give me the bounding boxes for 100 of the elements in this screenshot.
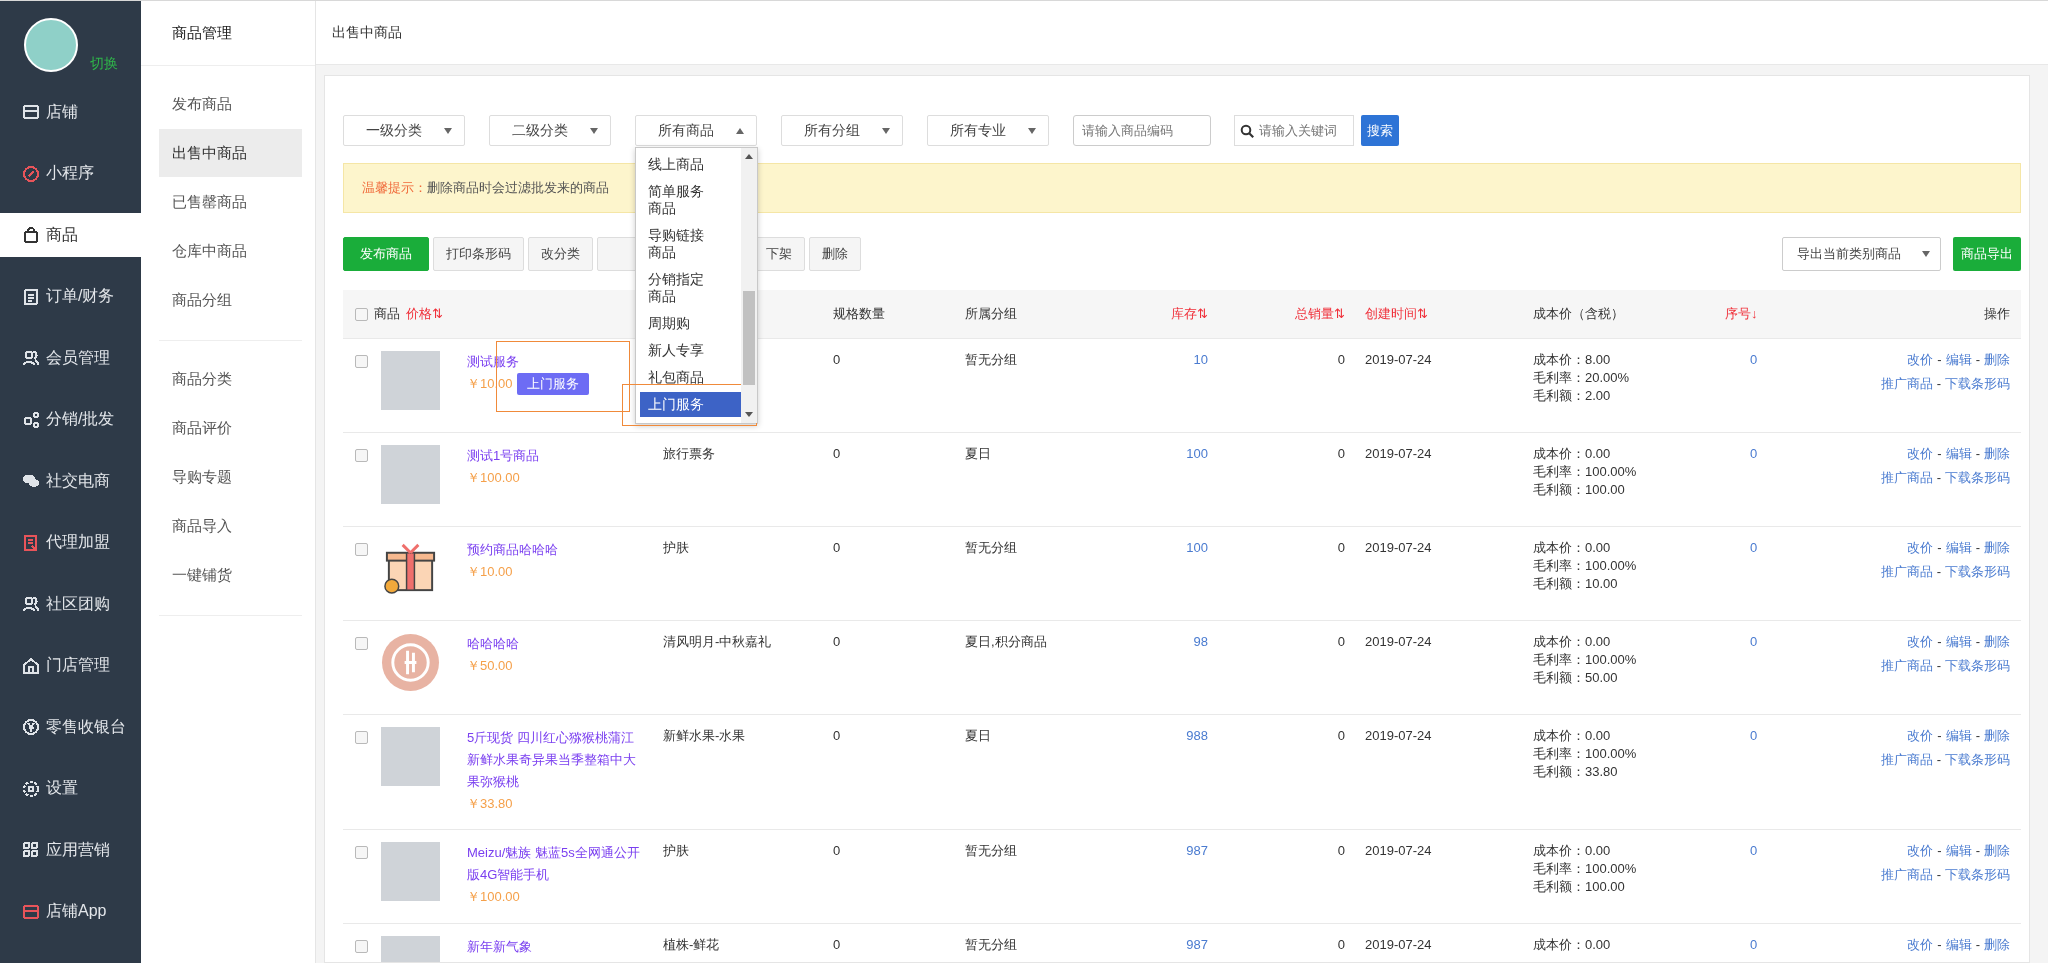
action-link[interactable]: 推广商品	[1880, 563, 1933, 581]
sort-header[interactable]: 序号↓	[1725, 305, 1758, 323]
select-all-checkbox[interactable]	[355, 307, 368, 321]
dropdown-option[interactable]: 线上商品	[640, 152, 741, 177]
submenu-item[interactable]: 商品分类	[159, 355, 302, 403]
row-checkbox[interactable]	[355, 449, 368, 462]
row-checkbox[interactable]	[355, 637, 368, 650]
product-name-link[interactable]: 哈哈哈哈	[467, 633, 645, 655]
row-checkbox[interactable]	[355, 846, 368, 859]
product-name-link[interactable]: 测试1号商品	[467, 445, 645, 467]
code-field[interactable]: 请输入商品编码	[1073, 115, 1211, 146]
action-link[interactable]: 改价	[1907, 633, 1934, 651]
submenu-item[interactable]: 发布商品	[159, 80, 302, 128]
nav-item[interactable]: 社区团购	[0, 582, 141, 626]
action-link[interactable]: 删除	[1984, 727, 2010, 745]
nav-item[interactable]: 设置	[0, 766, 141, 811]
action-link[interactable]: 编辑	[1945, 351, 1972, 369]
row-checkbox[interactable]	[355, 355, 368, 368]
action-link[interactable]: 删除	[1984, 842, 2010, 860]
submenu-item[interactable]: 仓库中商品	[159, 227, 302, 275]
nav-item[interactable]: 零售收银台	[0, 705, 141, 749]
search-button[interactable]: 搜索	[1361, 115, 1399, 146]
action-link[interactable]: 改价	[1907, 842, 1934, 860]
action-link[interactable]: 推广商品	[1880, 751, 1933, 769]
product-name-link[interactable]: 5斤现货 四川红心猕猴桃蒲江新鲜水果奇异果当季整箱中大果弥猴桃	[467, 727, 645, 793]
dropdown-option[interactable]: 分销指定商品	[640, 267, 741, 309]
nav-item[interactable]: 会员管理	[0, 336, 141, 380]
submenu-item[interactable]: 商品导入	[159, 502, 302, 550]
submenu-item[interactable]: 已售罄商品	[159, 178, 302, 226]
action-link[interactable]: 编辑	[1945, 633, 1972, 651]
product-name-link[interactable]: 预约商品哈哈哈	[467, 539, 645, 561]
nav-item[interactable]: 门店管理	[0, 643, 141, 688]
toolbar-button[interactable]: 打印条形码	[433, 237, 524, 271]
submenu-item[interactable]: 商品分组	[159, 276, 302, 324]
sort-header[interactable]: 库存⇅	[1171, 305, 1208, 323]
action-link[interactable]: 推广商品	[1880, 657, 1933, 675]
nav-item[interactable]: 代理加盟	[0, 520, 141, 565]
submenu-item[interactable]: 商品评价	[159, 404, 302, 452]
nav-item[interactable]: 分销/批发	[0, 397, 141, 442]
dropdown-option[interactable]: 简单服务商品	[640, 179, 741, 221]
nav-item[interactable]: 社交电商	[0, 459, 141, 503]
filter-dropdown[interactable]: 一级分类	[343, 115, 465, 146]
action-link[interactable]: 删除	[1984, 936, 2010, 954]
sort-header[interactable]: 总销量⇅	[1295, 305, 1345, 323]
toolbar-button[interactable]: 发布商品	[343, 237, 429, 271]
action-link[interactable]: 删除	[1984, 445, 2010, 463]
submenu-item[interactable]: 出售中商品	[159, 129, 302, 177]
filter-dropdown[interactable]: 所有分组	[781, 115, 903, 146]
product-name-link[interactable]: Meizu/魅族 魅蓝5s全网通公开版4G智能手机	[467, 842, 645, 886]
sort-header[interactable]: 创建时间⇅	[1365, 305, 1428, 323]
action-link[interactable]: 改价	[1907, 351, 1934, 369]
action-link[interactable]: 编辑	[1945, 936, 1972, 954]
submenu-item[interactable]: 导购专题	[159, 453, 302, 501]
action-link[interactable]: 下载条形码	[1945, 866, 2010, 884]
row-checkbox[interactable]	[355, 940, 368, 953]
action-link[interactable]: 编辑	[1945, 445, 1972, 463]
row-checkbox[interactable]	[355, 731, 368, 744]
dropdown-option[interactable]: 周期购	[640, 311, 741, 336]
action-link[interactable]: 推广商品	[1880, 866, 1933, 884]
action-link[interactable]: 下载条形码	[1945, 375, 2010, 393]
filter-dropdown[interactable]: 二级分类	[489, 115, 611, 146]
nav-item[interactable]: 应用营销	[0, 828, 141, 872]
filter-dropdown[interactable]: 所有专业	[927, 115, 1049, 146]
action-link[interactable]: 下载条形码	[1945, 469, 2010, 487]
dropdown-option[interactable]: 上门服务	[640, 392, 741, 417]
nav-item[interactable]: 商品	[0, 213, 141, 257]
action-link[interactable]: 推广商品	[1880, 469, 1933, 487]
nav-item[interactable]: 小程序	[0, 151, 141, 196]
row-checkbox[interactable]	[355, 543, 368, 556]
export-button[interactable]: 商品导出	[1953, 237, 2021, 271]
action-link[interactable]: 删除	[1984, 539, 2010, 557]
dropdown-option[interactable]: 礼包商品	[640, 365, 741, 390]
action-link[interactable]: 删除	[1984, 351, 2010, 369]
avatar[interactable]	[24, 18, 78, 72]
action-link[interactable]: 改价	[1907, 727, 1934, 745]
export-dropdown[interactable]: 导出当前类别商品	[1782, 237, 1941, 271]
action-link[interactable]: 下载条形码	[1945, 751, 2010, 769]
action-link[interactable]: 下载条形码	[1945, 563, 2010, 581]
action-link[interactable]: 编辑	[1945, 727, 1972, 745]
nav-item[interactable]: 订单/财务	[0, 274, 141, 319]
action-link[interactable]: 编辑	[1945, 539, 1972, 557]
action-link[interactable]: 编辑	[1945, 842, 1972, 860]
switch-link[interactable]: 切换	[90, 55, 118, 73]
toolbar-button[interactable]: 改分类	[528, 237, 593, 271]
action-link[interactable]: 改价	[1907, 445, 1934, 463]
product-name-link[interactable]: 新年新气象	[467, 936, 645, 958]
dropdown-option[interactable]: 导购链接商品	[640, 223, 741, 265]
nav-item[interactable]: 店铺	[0, 90, 141, 134]
action-link[interactable]: 删除	[1984, 633, 2010, 651]
nav-item[interactable]: 店铺App	[0, 889, 141, 934]
scrollbar[interactable]	[741, 148, 757, 423]
submenu-item[interactable]: 一键铺货	[159, 551, 302, 599]
action-link[interactable]: 下载条形码	[1945, 657, 2010, 675]
action-link[interactable]: 改价	[1907, 539, 1934, 557]
sort-header[interactable]: 价格⇅	[406, 305, 443, 323]
action-link[interactable]: 推广商品	[1880, 375, 1933, 393]
dropdown-option[interactable]: 新人专享	[640, 338, 741, 363]
action-link[interactable]: 改价	[1907, 936, 1934, 954]
toolbar-button[interactable]: 删除	[809, 237, 861, 271]
keyword-field[interactable]: 请输入关键词	[1234, 115, 1354, 146]
